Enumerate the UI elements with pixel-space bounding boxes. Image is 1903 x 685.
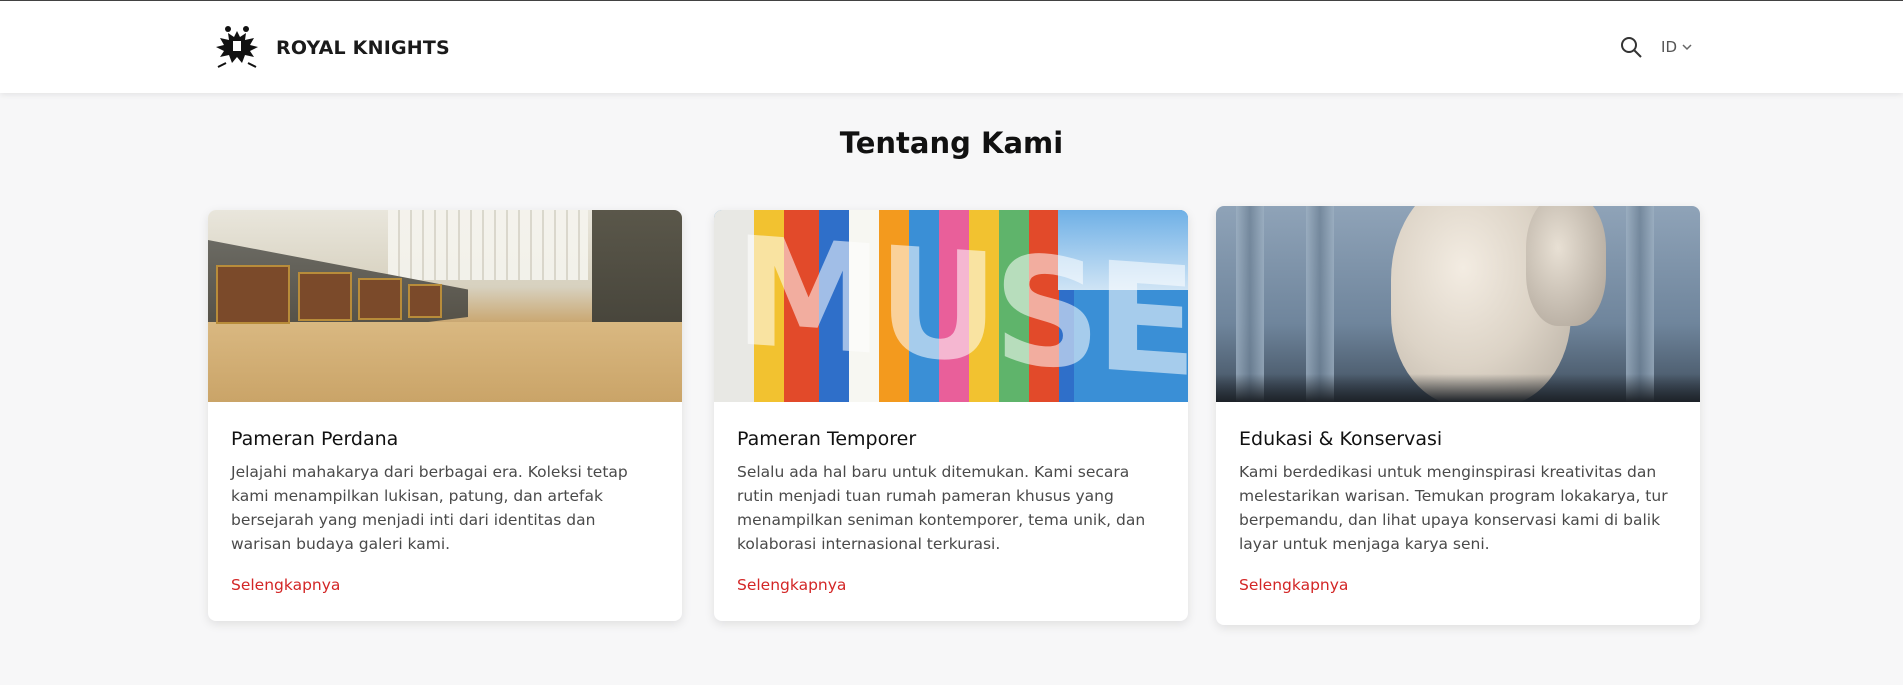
read-more-link[interactable]: Selengkapnya [1239,576,1348,594]
read-more-link[interactable]: Selengkapnya [231,576,340,594]
card-description: Jelajahi mahakarya dari berbagai era. Ko… [231,463,628,553]
card-title: Pameran Perdana [231,428,399,450]
brand-name: ROYAL KNIGHTS [276,37,450,59]
page-title: Tentang Kami [839,126,1064,160]
statue-head-image [1216,206,1700,402]
double-eagle-logo-icon [216,26,258,68]
museum-sign-image: MUSEUM [714,210,1188,402]
card-description: Kami berdedikasi untuk menginspirasi kre… [1239,463,1668,553]
card-title: Edukasi & Konservasi [1239,428,1443,450]
card-title: Pameran Temporer [737,428,917,450]
search-icon[interactable] [1619,35,1643,59]
header-actions: ID [1619,35,1693,59]
card-description: Selalu ada hal baru untuk ditemukan. Kam… [737,463,1146,553]
card-pameran-perdana: Pameran Perdana Jelajahi mahakarya dari … [208,210,682,621]
brand[interactable]: ROYAL KNIGHTS [212,23,450,73]
card-edukasi-konservasi: Edukasi & Konservasi Kami berdedikasi un… [1216,206,1700,625]
read-more-link[interactable]: Selengkapnya [737,576,846,594]
language-selector[interactable]: ID [1661,38,1693,56]
gallery-hall-image [208,210,682,402]
language-label: ID [1661,38,1677,56]
chevron-down-icon [1682,44,1692,51]
card-pameran-temporer: MUSEUM Pameran Temporer Selalu ada hal b… [714,210,1188,621]
site-header: ROYAL KNIGHTS ID [0,1,1903,93]
